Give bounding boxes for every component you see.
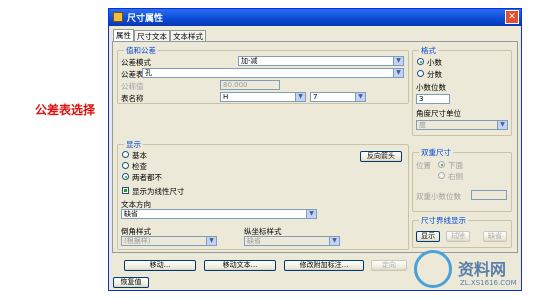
witness-line-display-group: 尺寸界线显示 显示 拭除 缺省 [412,215,512,248]
basic-radio-label: 基本 [132,151,147,160]
title-bar: 尺寸属性 ✕ [109,9,521,26]
neither-radio-label: 两者都不 [132,173,162,182]
dual-dimension-group: 双重尺寸 位置 下面 右侧 双重小数位数 [412,147,512,212]
chevron-down-icon: ▼ [306,210,316,218]
chevron-down-icon: ▼ [393,57,403,65]
watermark-logo-icon [414,250,452,288]
erase-witness-button[interactable]: 拭除 [446,231,470,242]
table-name-label: 表名称 [121,94,144,103]
neither-radio[interactable] [122,173,129,180]
linear-dimension-checkbox[interactable] [122,187,129,194]
watermark: 资料网 ZL.XS1616.COM [412,248,532,294]
move-text-button[interactable]: 移动文本... [204,260,276,271]
inspection-radio[interactable] [122,162,129,169]
text-direction-value: 缺省 [124,210,138,218]
edit-attachment-button[interactable]: 修改附加标注... [284,260,364,271]
table-grade-value: 7 [313,93,318,101]
inspection-radio-label: 检查 [132,162,147,171]
locate-button[interactable]: 定向 [371,260,407,271]
decimal-places-label: 小数位数 [416,83,446,92]
tolerance-mode-value: 加-减 [241,57,258,65]
default-witness-button[interactable]: 缺省 [483,231,507,242]
decimal-radio[interactable] [417,58,424,65]
chevron-down-icon: ▼ [295,93,305,101]
chevron-down-icon: ▼ [393,69,403,77]
angle-unit-label: 角度尺寸单位 [416,109,461,118]
watermark-text: 资料网 [458,260,507,279]
dual-below-label: 下面 [448,161,463,170]
angle-unit-select[interactable]: 度 ▼ [416,120,508,130]
fraction-radio-label: 分数 [427,70,442,79]
fraction-radio[interactable] [417,70,424,77]
ordinate-style-value: 缺省 [247,237,261,245]
decimal-radio-label: 小数 [427,58,442,67]
dual-dimension-group-label: 双重尺寸 [419,147,453,158]
ordinate-style-select[interactable]: 缺省 ▼ [244,236,340,246]
value-tolerance-group: 值和公差 公差模式 加-减 ▼ 公差表 孔 ▼ 公称值 80.000 表名称 H… [117,45,409,104]
format-group: 格式 小数 分数 小数位数 3 角度尺寸单位 度 ▼ [412,45,512,136]
dual-decimal-places-label: 双重小数位数 [416,192,461,201]
linear-dimension-label: 显示为线性尺寸 [132,187,185,196]
format-group-label: 格式 [419,45,438,56]
dual-right-label: 右侧 [448,172,463,181]
text-direction-select[interactable]: 缺省 ▼ [121,209,317,219]
chevron-down-icon: ▼ [497,121,507,129]
display-group: 显示 基本 检查 两者都不 反向箭头 显示为线性尺寸 文本方向 缺省 ▼ 倒角样… [117,139,409,250]
nominal-value-field[interactable]: 80.000 [220,80,280,90]
tolerance-mode-select[interactable]: 加-减 ▼ [238,56,404,66]
table-name-select[interactable]: H ▼ [220,92,306,102]
close-button[interactable]: ✕ [505,10,519,24]
dual-decimal-places-field[interactable] [471,190,507,200]
restore-values-button[interactable]: 恢复值 [113,277,149,288]
tolerance-table-value: 孔 [145,69,152,77]
table-name-value: H [223,93,229,101]
angle-unit-value: 度 [419,121,426,129]
show-witness-button[interactable]: 显示 [416,231,440,242]
app-icon [113,12,123,22]
move-button[interactable]: 移动... [124,260,196,271]
tolerance-table-label: 公差表 [121,70,144,79]
value-tolerance-group-label: 值和公差 [124,45,158,56]
decimal-places-field[interactable]: 3 [416,94,450,104]
chamfer-style-select[interactable]: (根据样) ▼ [121,236,217,246]
flip-arrows-button[interactable]: 反向箭头 [360,151,402,162]
window-title: 尺寸属性 [127,14,164,24]
dual-below-radio[interactable] [438,161,445,168]
tolerance-table-select[interactable]: 孔 ▼ [142,68,404,78]
basic-radio[interactable] [122,151,129,158]
tolerance-mode-label: 公差模式 [121,58,151,67]
nominal-value-label: 公称值 [121,82,144,91]
chevron-down-icon: ▼ [329,237,339,245]
chevron-down-icon: ▼ [206,237,216,245]
chamfer-style-value: (根据样) [124,237,151,245]
dual-right-radio[interactable] [438,172,445,179]
chevron-down-icon: ▼ [355,93,365,101]
watermark-url: ZL.XS1616.COM [460,279,517,287]
annotation-label: 公差表选择 [35,103,96,117]
table-grade-select[interactable]: 7 ▼ [310,92,366,102]
witness-line-display-group-label: 尺寸界线显示 [419,215,468,226]
display-group-label: 显示 [124,139,143,150]
properties-panel: 值和公差 公差模式 加-减 ▼ 公差表 孔 ▼ 公称值 80.000 表名称 H… [112,41,518,253]
dual-position-label: 位置 [416,161,431,170]
